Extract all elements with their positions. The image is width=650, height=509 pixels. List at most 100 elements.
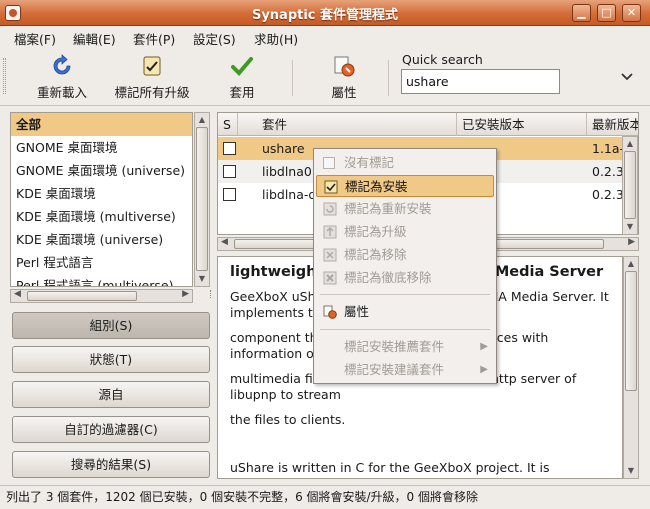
scroll-thumb[interactable] xyxy=(625,271,637,391)
menu-item-label: 標記為升級 xyxy=(344,224,407,239)
scroll-left-icon[interactable]: ◀ xyxy=(14,289,21,299)
menu-item-mark-upgrade[interactable]: 標記為升級 xyxy=(316,221,494,243)
description-paragraph xyxy=(230,437,610,451)
custom-filters-button[interactable]: 自訂的過濾器(C) xyxy=(12,416,210,443)
menu-item-mark-suggested[interactable]: 標記安裝建議套件 ▶ xyxy=(316,359,494,381)
package-checkbox[interactable] xyxy=(223,165,236,178)
reload-label: 重新載入 xyxy=(36,85,87,100)
mark-upgrades-icon xyxy=(143,56,161,76)
menu-item-mark-remove[interactable]: 標記為移除 xyxy=(316,244,494,266)
column-latest-version[interactable]: 最新版本 xyxy=(587,113,638,136)
menu-bar: 檔案(F) 編輯(E) 套件(P) 設定(S) 求助(H) xyxy=(0,26,650,48)
menu-item-label: 屬性 xyxy=(344,304,370,319)
menu-item-mark-reinstall[interactable]: 標記為重新安裝 xyxy=(316,198,494,220)
filter-item[interactable]: Perl 程式語言 xyxy=(11,251,192,274)
apply-check-icon xyxy=(231,57,253,76)
scroll-down-icon[interactable]: ▼ xyxy=(626,466,636,476)
scroll-thumb[interactable] xyxy=(196,127,208,271)
column-status[interactable]: S xyxy=(218,113,238,136)
filter-item[interactable]: GNOME 桌面環境 (universe) xyxy=(11,159,192,182)
properties-label: 屬性 xyxy=(331,85,357,100)
filter-item[interactable]: KDE 桌面環境 xyxy=(11,182,192,205)
description-paragraph: the files to clients. xyxy=(230,412,346,427)
scroll-right-icon[interactable]: ▶ xyxy=(628,237,635,247)
scroll-up-icon[interactable]: ▲ xyxy=(625,139,635,149)
menu-package[interactable]: 套件(P) xyxy=(133,29,175,48)
filter-item[interactable]: KDE 桌面環境 (multiverse) xyxy=(11,205,192,228)
apply-label: 套用 xyxy=(229,85,255,100)
scroll-right-icon[interactable]: ▶ xyxy=(182,289,189,299)
package-name: ushare xyxy=(262,141,305,156)
minimize-button[interactable]: ▁ xyxy=(572,4,591,22)
reload-button[interactable]: 重新載入 xyxy=(30,54,94,102)
menu-item-label: 標記為移除 xyxy=(344,247,407,262)
scroll-down-icon[interactable]: ▼ xyxy=(197,274,207,284)
context-menu: 沒有標記 標記為安裝 標記為重新安裝 標記為升級 標記為移除 標記為徹底移除 屬… xyxy=(313,148,497,384)
filter-item[interactable]: Perl 程式語言 (multiverse) xyxy=(11,274,192,286)
filter-list-hscrollbar[interactable]: ◀ ▶ xyxy=(10,289,193,303)
filter-list-vscrollbar[interactable]: ▲ ▼ xyxy=(194,112,210,287)
title-bar: Synaptic 套件管理程式 ▁ □ ✕ xyxy=(0,0,650,26)
submenu-arrow-icon: ▶ xyxy=(480,341,488,352)
properties-button[interactable]: 屬性 xyxy=(322,54,366,102)
reinstall-icon xyxy=(323,202,337,216)
quick-search-input[interactable] xyxy=(401,69,560,94)
scroll-thumb[interactable] xyxy=(27,291,137,301)
install-mark-icon xyxy=(324,180,338,194)
description-paragraph: uShare is written in C for the GeeXboX p… xyxy=(230,460,550,478)
menu-file[interactable]: 檔案(F) xyxy=(14,29,56,48)
status-button[interactable]: 狀態(T) xyxy=(12,346,210,373)
mark-all-upgrades-label: 標記所有升級 xyxy=(114,85,190,100)
properties-icon xyxy=(323,305,337,319)
checkbox-empty-icon xyxy=(323,157,335,169)
status-bar: 列出了 3 個套件，1202 個已安裝，0 個安裝不完整，6 個將會安裝/升級，… xyxy=(0,485,650,509)
package-checkbox[interactable] xyxy=(223,142,236,155)
chevron-down-icon[interactable] xyxy=(618,68,636,86)
menu-item-label: 標記安裝建議套件 xyxy=(344,362,445,377)
package-table-vscrollbar[interactable]: ▲ ▼ xyxy=(622,136,638,235)
reload-icon xyxy=(53,54,71,75)
scroll-up-icon[interactable]: ▲ xyxy=(626,259,636,269)
scroll-up-icon[interactable]: ▲ xyxy=(197,115,207,125)
menu-item-mark-recommended[interactable]: 標記安裝推薦套件 ▶ xyxy=(316,336,494,358)
menu-help[interactable]: 求助(H) xyxy=(254,29,298,48)
menu-item-label: 標記安裝推薦套件 xyxy=(344,339,445,354)
close-icon: ✕ xyxy=(626,6,637,19)
remove-icon xyxy=(323,248,337,262)
description-vscrollbar[interactable]: ▲ ▼ xyxy=(623,256,639,479)
pane-splitter-handle[interactable] xyxy=(210,290,213,298)
quick-search-label: Quick search xyxy=(402,52,483,67)
scroll-left-icon[interactable]: ◀ xyxy=(221,237,228,247)
toolbar-separator xyxy=(292,60,293,96)
menu-item-label: 標記為徹底移除 xyxy=(344,270,432,285)
column-installed-version[interactable]: 已安裝版本 xyxy=(457,113,587,136)
column-package[interactable]: 套件 xyxy=(257,113,457,136)
menu-separator xyxy=(320,294,490,295)
scroll-thumb[interactable] xyxy=(624,151,636,219)
filter-item[interactable]: KDE 桌面環境 (universe) xyxy=(11,228,192,251)
scroll-down-icon[interactable]: ▼ xyxy=(625,222,635,232)
filter-item[interactable]: GNOME 桌面環境 xyxy=(11,136,192,159)
toolbar-grip[interactable] xyxy=(3,58,6,94)
mark-all-upgrades-button[interactable]: 標記所有升級 xyxy=(108,54,196,102)
apply-button[interactable]: 套用 xyxy=(222,54,262,102)
properties-icon xyxy=(334,56,355,77)
maximize-icon: □ xyxy=(601,6,612,19)
menu-item-properties[interactable]: 屬性 xyxy=(316,301,494,323)
menu-item-mark-purge[interactable]: 標記為徹底移除 xyxy=(316,267,494,289)
menu-item-unmark[interactable]: 沒有標記 xyxy=(316,152,494,174)
close-button[interactable]: ✕ xyxy=(622,4,641,22)
package-checkbox[interactable] xyxy=(223,188,236,201)
search-results-button[interactable]: 搜尋的結果(S) xyxy=(12,451,210,478)
window-title: Synaptic 套件管理程式 xyxy=(251,8,399,23)
sections-button[interactable]: 組別(S) xyxy=(12,312,210,339)
menu-edit[interactable]: 編輯(E) xyxy=(73,29,116,48)
origin-button[interactable]: 源自 xyxy=(12,381,210,408)
maximize-button[interactable]: □ xyxy=(597,4,616,22)
upgrade-icon xyxy=(323,225,337,239)
menu-settings[interactable]: 設定(S) xyxy=(193,29,236,48)
menu-item-mark-install[interactable]: 標記為安裝 xyxy=(316,175,494,197)
filter-item[interactable]: 全部 xyxy=(11,113,192,136)
minimize-icon: ▁ xyxy=(577,6,586,19)
submenu-arrow-icon: ▶ xyxy=(480,364,488,375)
